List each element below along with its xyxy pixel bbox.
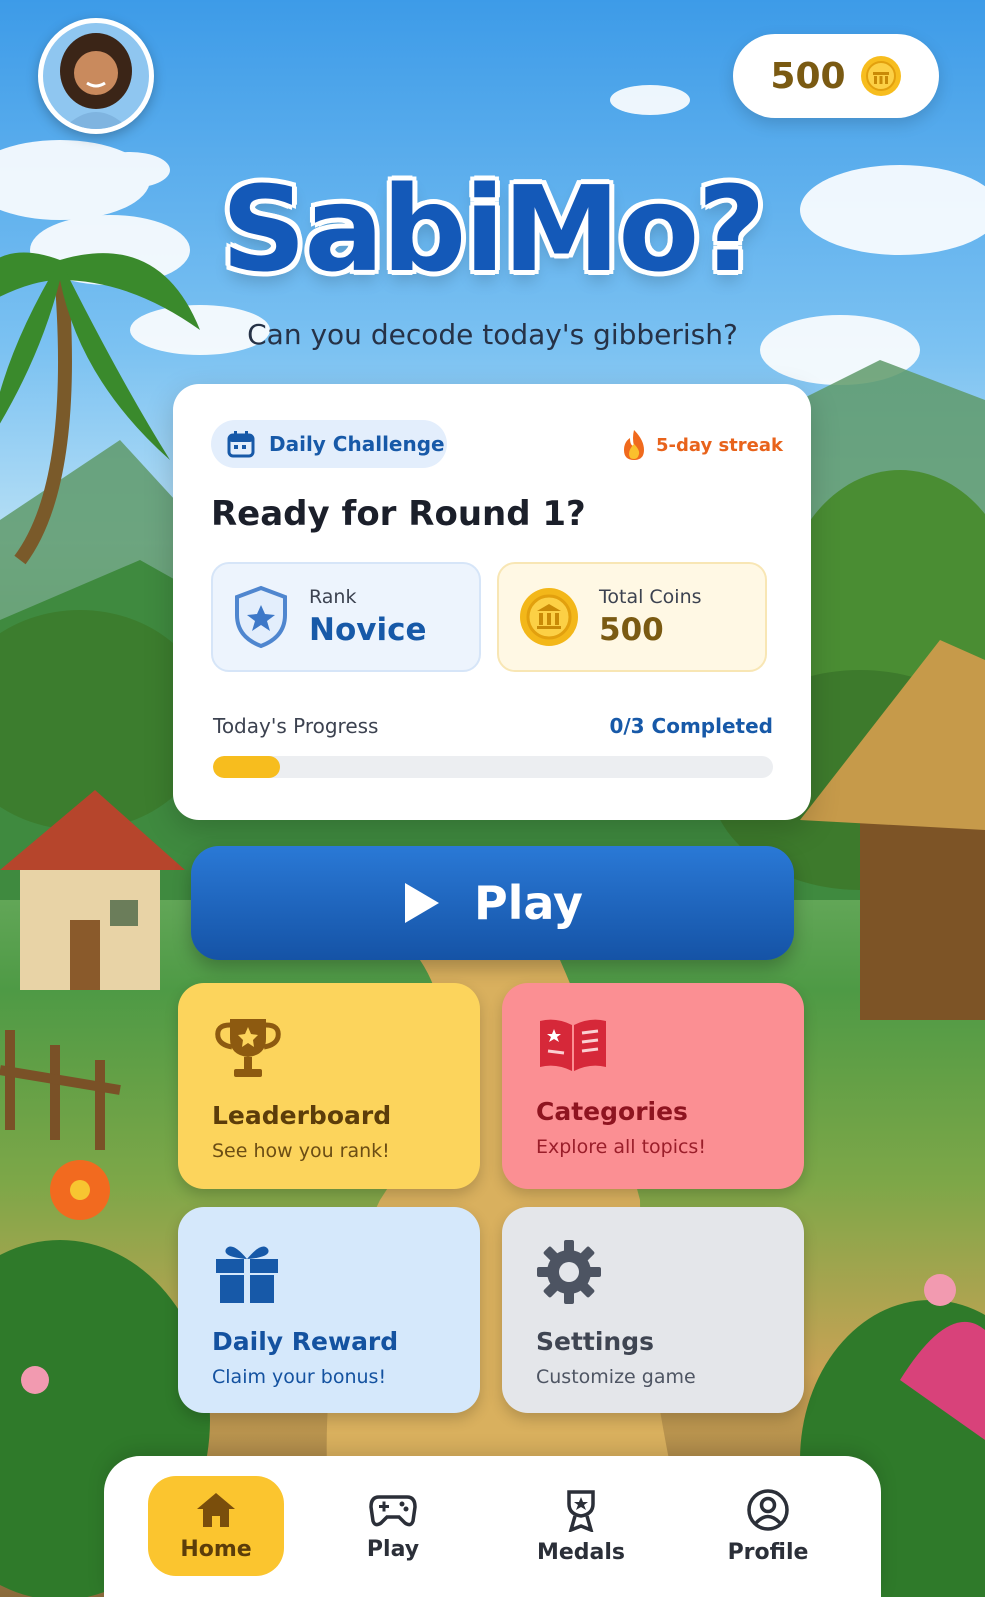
rank-value: Novice [309,612,427,648]
app-title: SabiMo? [221,160,765,298]
gamepad-icon [369,1494,417,1526]
daily-challenge-badge: Daily Challenge [211,420,447,468]
settings-tile[interactable]: Settings Customize game [502,1207,804,1413]
total-coins-value: 500 [599,612,664,648]
play-button-label: Play [473,876,584,930]
daily-challenge-label: Daily Challenge [269,432,445,456]
bottom-navigation: Home Play Medals Profile [104,1456,881,1597]
leaderboard-title: Leaderboard [212,1101,392,1130]
play-button[interactable]: Play [191,846,794,960]
nav-home-label: Home [180,1536,252,1562]
play-icon [404,883,439,923]
daily-reward-subtitle: Claim your bonus! [212,1366,387,1388]
daily-reward-tile[interactable]: Daily Reward Claim your bonus! [178,1207,480,1413]
trophy-icon [215,1019,281,1077]
nav-home[interactable]: Home [148,1476,284,1576]
nav-medals-label: Medals [536,1539,626,1565]
progress-label: Today's Progress [213,714,379,738]
total-coins-stat: Total Coins 500 [497,562,767,672]
leaderboard-subtitle: See how you rank! [212,1140,390,1162]
categories-title: Categories [536,1097,688,1126]
streak-label: 5-day streak [656,434,783,456]
coin-counter-value: 500 [770,55,846,97]
settings-title: Settings [536,1327,655,1356]
round-heading: Ready for Round 1? [211,494,586,534]
shield-star-icon [235,585,287,649]
gear-icon [537,1240,601,1304]
coin-icon [520,588,578,646]
leaderboard-tile[interactable]: Leaderboard See how you rank! [178,983,480,1189]
home-icon [197,1492,235,1527]
gift-icon [216,1246,278,1303]
settings-subtitle: Customize game [536,1366,696,1388]
daily-reward-title: Daily Reward [212,1327,399,1356]
open-book-icon [540,1019,606,1071]
streak-indicator: 5-day streak [620,428,783,462]
avatar-portrait-icon [60,33,132,129]
rank-stat: Rank Novice [211,562,481,672]
rank-label: Rank [309,586,357,608]
total-coins-label: Total Coins [599,586,702,608]
progress-status: 0/3 Completed [609,714,773,738]
progress-bar [213,756,773,778]
calendar-icon [227,431,255,458]
profile-icon [747,1488,789,1531]
nav-profile-label: Profile [727,1539,809,1565]
categories-tile[interactable]: Categories Explore all topics! [502,983,804,1189]
nav-medals[interactable]: Medals [513,1476,649,1576]
nav-profile[interactable]: Profile [700,1476,836,1576]
daily-challenge-card: Daily Challenge 5-day streak Ready for R… [173,384,811,820]
nav-play[interactable]: Play [325,1476,461,1576]
coin-counter[interactable]: 500 [733,34,939,118]
coin-icon [860,56,901,96]
categories-subtitle: Explore all topics! [536,1136,706,1158]
progress-bar-fill [213,756,281,778]
nav-play-label: Play [366,1536,420,1562]
avatar[interactable] [38,18,154,134]
medal-icon [567,1489,595,1532]
flame-icon [624,430,644,460]
app-subtitle: Can you decode today's gibberish? [247,318,738,351]
